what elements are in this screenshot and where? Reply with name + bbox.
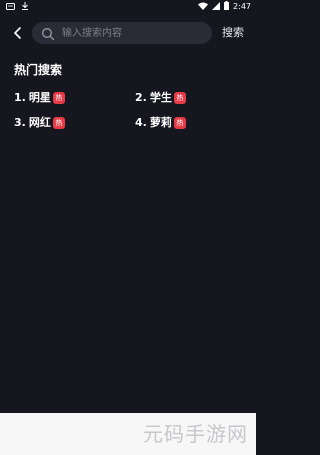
hot-badge: 热: [52, 92, 65, 104]
search-bar: 搜索: [0, 20, 256, 46]
hot-search-item[interactable]: 1. 明星 热: [14, 91, 65, 105]
hot-search-rank: 2.: [135, 91, 147, 104]
status-bar: 2:47: [0, 0, 256, 13]
hot-search-rank: 4.: [135, 116, 147, 129]
hot-search-label: 网红: [28, 116, 51, 129]
hot-search-label: 萝莉: [149, 116, 172, 129]
status-right-icons: 2:47: [198, 1, 251, 12]
status-left-icons: [6, 2, 29, 12]
hot-search-item[interactable]: 4. 萝莉 热: [135, 116, 186, 130]
hot-search-rank: 1.: [14, 91, 26, 104]
signal-icon: [212, 1, 221, 12]
hot-search-label: 明星: [28, 91, 51, 104]
search-button[interactable]: 搜索: [222, 26, 244, 40]
hot-search-item[interactable]: 3. 网红 热: [14, 116, 65, 130]
hot-badge: 热: [173, 92, 186, 104]
message-icon: [6, 2, 15, 12]
hot-search-item[interactable]: 2. 学生 热: [135, 91, 186, 105]
back-button[interactable]: [10, 25, 26, 41]
wifi-icon: [198, 2, 209, 12]
search-input[interactable]: [62, 25, 202, 41]
hot-search-rank: 3.: [14, 116, 26, 129]
bottom-band: 元码手游网: [0, 413, 256, 455]
search-icon: [41, 26, 55, 41]
search-box[interactable]: [32, 22, 212, 44]
chevron-left-icon: [13, 24, 23, 43]
hot-badge: 热: [173, 117, 186, 129]
hot-badge: 热: [52, 117, 65, 129]
hot-search-label: 学生: [149, 91, 172, 104]
battery-icon: [224, 1, 230, 12]
watermark: 元码手游网: [143, 422, 248, 446]
status-time: 2:47: [233, 1, 251, 11]
hot-search-title: 热门搜索: [14, 63, 63, 77]
download-icon: [21, 2, 29, 12]
